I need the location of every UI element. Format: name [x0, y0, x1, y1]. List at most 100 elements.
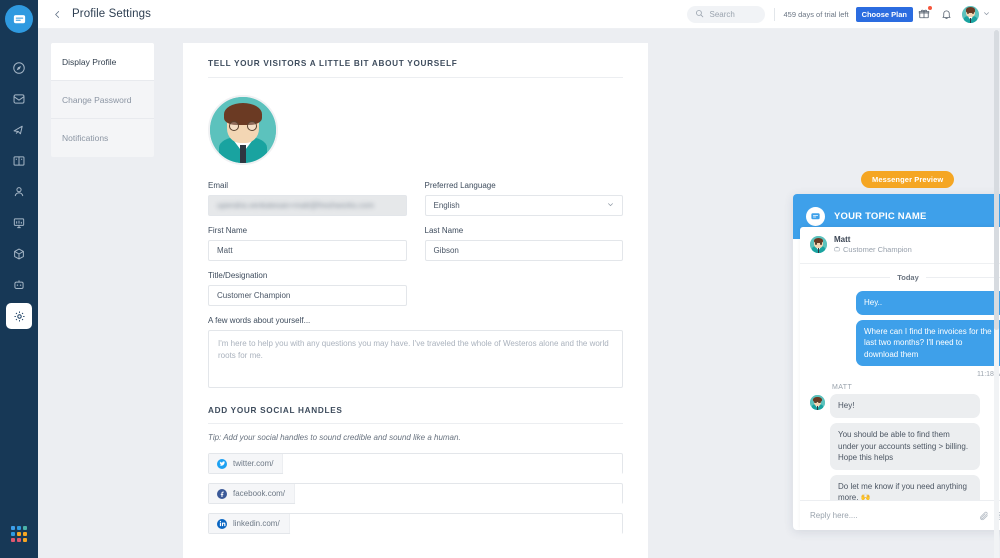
field-about: A few words about yourself... I'm here t… — [208, 316, 623, 388]
twitter-icon — [217, 458, 227, 469]
last-name-input[interactable]: Gibson — [424, 240, 623, 261]
section-title-social: ADD YOUR SOCIAL HANDLES — [208, 406, 623, 424]
page-scrollbar[interactable] — [994, 30, 999, 558]
page-scrollbar-thumb[interactable] — [994, 30, 999, 330]
sidebar-item-campaigns[interactable] — [6, 117, 32, 143]
sidebar-item-bots[interactable] — [6, 272, 32, 298]
app-root: Profile Settings Search 459 days of tria… — [0, 0, 1000, 558]
day-separator: Today — [810, 273, 1000, 282]
email-field[interactable]: upendra.venkatesan+matt@freshworks.com — [208, 195, 407, 216]
social-row-twitter[interactable]: twitter.com/ — [208, 453, 623, 475]
reply-input[interactable]: Reply here.... — [810, 511, 972, 520]
search-placeholder: Search — [709, 9, 735, 19]
facebook-prefix-text: facebook.com/ — [233, 489, 286, 498]
grid-apps-icon[interactable] — [11, 526, 27, 542]
linkedin-prefix-text: linkedin.com/ — [233, 519, 280, 528]
linkedin-prefix: linkedin.com/ — [209, 514, 290, 533]
gift-icon[interactable] — [913, 3, 935, 25]
language-value: English — [433, 201, 460, 210]
choose-plan-button[interactable]: Choose Plan — [855, 6, 913, 22]
messenger-conversation[interactable]: Today Hey.. Where can I find the invoice… — [800, 264, 1000, 500]
tab-label: Change Password — [62, 94, 132, 105]
linkedin-icon — [217, 518, 227, 529]
profile-avatar[interactable] — [208, 95, 278, 165]
email-value: upendra.venkatesan+matt@freshworks.com — [217, 201, 374, 210]
twitter-input[interactable] — [283, 454, 622, 475]
language-select[interactable]: English — [424, 195, 623, 216]
tab-label: Notifications — [62, 133, 109, 143]
tab-change-password[interactable]: Change Password — [51, 81, 154, 119]
chevron-down-icon — [607, 201, 614, 210]
field-first-name: First Name Matt — [208, 226, 407, 261]
rail-items — [6, 55, 32, 334]
header-actions: Search 459 days of trial left Choose Pla… — [686, 3, 990, 25]
last-name-label: Last Name — [424, 226, 464, 235]
sidebar-item-contacts[interactable] — [6, 179, 32, 205]
chevron-left-icon[interactable] — [50, 7, 64, 21]
message-bubble-visitor-1: Hey.. — [856, 291, 1000, 315]
title-label: Title/Designation — [208, 271, 268, 280]
freshworks-messenger-logo-icon[interactable] — [5, 5, 33, 33]
title-value: Customer Champion — [217, 291, 291, 300]
message-bubble-agent-1: Hey! — [830, 394, 980, 418]
agent-bubbles: Hey! You should be able to find them und… — [830, 394, 1000, 500]
language-label: Preferred Language — [424, 181, 496, 190]
search-input[interactable]: Search — [686, 5, 765, 23]
row-email-language: Email upendra.venkatesan+matt@freshworks… — [208, 181, 623, 216]
settings-tabs: Display Profile Change Password Notifica… — [51, 43, 154, 558]
agent-role-row: Customer Champion — [834, 245, 912, 254]
social-row-linkedin[interactable]: linkedin.com/ — [208, 513, 623, 535]
notification-dot — [928, 6, 932, 10]
field-title-spacer — [425, 271, 624, 306]
first-name-input[interactable]: Matt — [208, 240, 407, 261]
field-last-name: Last Name Gibson — [424, 226, 623, 261]
sidebar-item-settings[interactable] — [6, 303, 32, 329]
tab-notifications[interactable]: Notifications — [51, 119, 154, 157]
day-separator-label: Today — [897, 273, 919, 282]
sidebar-item-dashboard[interactable] — [6, 55, 32, 81]
title-input[interactable]: Customer Champion — [208, 285, 407, 306]
social-row-facebook[interactable]: facebook.com/ — [208, 483, 623, 505]
sidebar-item-apps[interactable] — [6, 241, 32, 267]
agent-role: Customer Champion — [843, 245, 912, 254]
message-bubble-agent-2: You should be able to find them under yo… — [830, 422, 980, 470]
social-tip: Tip: Add your social handles to sound cr… — [208, 433, 461, 442]
twitter-prefix: twitter.com/ — [209, 454, 284, 473]
message-bubble-visitor-2: Where can I find the invoices for the la… — [856, 319, 1000, 367]
first-name-label: First Name — [208, 226, 248, 235]
facebook-icon — [217, 488, 227, 499]
email-label: Email — [208, 181, 229, 190]
agent-message-group: Hey! You should be able to find them und… — [810, 394, 1000, 500]
sidebar-item-solutions[interactable] — [6, 148, 32, 174]
row-names: First Name Matt Last Name Gibson — [208, 226, 623, 261]
messenger-preview-badge: Messenger Preview — [861, 171, 955, 188]
sidebar-item-inbox[interactable] — [6, 86, 32, 112]
bell-icon[interactable] — [935, 3, 957, 25]
messenger-sheet: Matt Customer Champion Today Hey.. Where… — [800, 227, 1000, 530]
first-name-value: Matt — [217, 246, 233, 255]
trial-status-text: 459 days of trial left — [783, 9, 849, 19]
sidebar-item-reports[interactable] — [6, 210, 32, 236]
agent-message-label: MATT — [832, 384, 853, 392]
agent-name: Matt — [834, 235, 851, 244]
messenger-preview-widget: YOUR TOPIC NAME Matt Customer Champion T… — [793, 194, 1000, 530]
messenger-reply-bar: Reply here.... — [800, 500, 1000, 530]
chevron-down-icon[interactable] — [983, 10, 990, 19]
facebook-prefix: facebook.com/ — [209, 484, 296, 503]
avatar[interactable] — [962, 5, 979, 23]
about-textarea[interactable]: I'm here to help you with any questions … — [208, 330, 623, 388]
agent-avatar — [810, 236, 827, 253]
avatar-image — [962, 5, 979, 23]
facebook-input[interactable] — [295, 484, 622, 505]
header-divider — [773, 7, 775, 21]
tab-display-profile[interactable]: Display Profile — [51, 43, 154, 81]
row-title: Title/Designation Customer Champion — [208, 271, 623, 306]
briefcase-icon — [834, 245, 840, 254]
messenger-agent-card: Matt Customer Champion — [800, 227, 1000, 264]
main-region: Profile Settings Search 459 days of tria… — [38, 0, 1000, 558]
field-language: Preferred Language English — [424, 181, 623, 216]
page-title: Profile Settings — [72, 8, 151, 20]
profile-avatar-image — [210, 97, 276, 163]
paperclip-icon[interactable] — [979, 511, 989, 521]
linkedin-input[interactable] — [289, 514, 622, 535]
